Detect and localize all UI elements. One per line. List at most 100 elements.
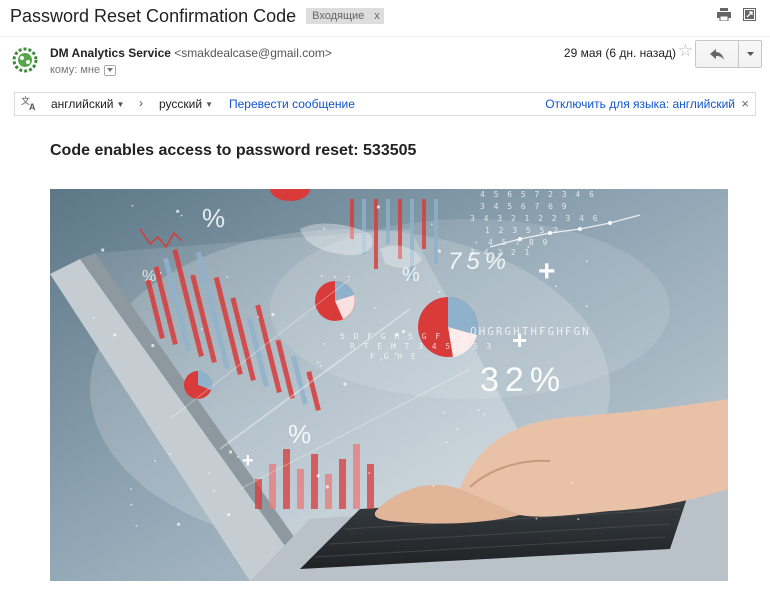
decor-sparkle: [317, 361, 319, 364]
decor-sparkle: [229, 450, 233, 454]
overlay-number-row-2: 3 4 5 6 7 6 9: [480, 202, 569, 211]
decor-sparkle: [373, 307, 376, 309]
overlay-number-row-7: QHGRGHTHFGHFGN: [470, 325, 591, 338]
overlay-number-row-3: 3 4 3 2 1 2 2 3 4 6: [470, 214, 600, 223]
overlay-number-row-8: 5 D F G H 5 G F 6 E: [340, 332, 470, 341]
decor-bar: [386, 199, 390, 244]
decor-sparkle: [333, 276, 336, 278]
decor-bar: [434, 199, 438, 264]
overlay-plus-1: +: [538, 255, 556, 288]
decor-sparkle: [180, 214, 183, 217]
inbox-label-text: Входящие: [312, 10, 365, 22]
decor-sparkle: [271, 312, 275, 317]
email-subject: Password Reset Confirmation Code: [10, 5, 297, 26]
translate-message-link[interactable]: Перевести сообщение: [229, 97, 355, 111]
decor-sparkle: [376, 205, 380, 209]
decor-sparkle: [319, 365, 322, 367]
decor-sparkle: [92, 316, 95, 319]
decor-sparkle: [177, 522, 181, 526]
reply-icon: [710, 48, 724, 60]
decor-sparkle: [577, 518, 580, 520]
decor-sparkle: [432, 485, 435, 487]
decor-sparkle: [586, 260, 588, 263]
source-language-label: английский: [51, 97, 114, 111]
decor-sparkle: [208, 472, 211, 474]
decor-sparkle: [201, 328, 203, 330]
chevron-down-icon: [107, 68, 114, 72]
overlay-thirty-two: 32%: [480, 361, 566, 399]
overlay-number-row-1: 4 5 6 5 7 2 3 4 6: [480, 190, 596, 199]
decor-sparkle: [343, 382, 347, 386]
sender-line: DM Analytics Service <smakdealcase@gmail…: [50, 46, 332, 60]
decor-sparkle: [431, 223, 433, 226]
decor-sparkle: [535, 517, 538, 520]
new-window-icon[interactable]: [743, 8, 756, 21]
print-icon[interactable]: [717, 8, 731, 21]
decor-sparkle: [101, 248, 105, 252]
overlay-percent-1: %: [202, 203, 225, 233]
translate-icon: 文 A: [21, 95, 39, 114]
chevron-down-icon: [746, 52, 754, 56]
decor-sparkle: [348, 275, 351, 278]
recipient-line: кому: мне: [50, 64, 117, 76]
email-headline: Code enables access to password reset: 5…: [50, 142, 417, 159]
decor-bar: [311, 454, 318, 509]
decor-sparkle: [151, 344, 155, 348]
overlay-number-row-4: 1 2 3 5 5 2: [485, 226, 560, 235]
target-language-select[interactable]: русский ▼: [159, 97, 213, 111]
translate-arrow: ›: [139, 96, 143, 110]
disable-translation-link[interactable]: Отключить для языка: английский: [545, 97, 735, 111]
decor-bar: [353, 444, 360, 509]
decor-sparkle: [307, 379, 309, 382]
sender-name[interactable]: DM Analytics Service: [50, 46, 171, 60]
decor-bar: [283, 449, 290, 509]
recipient-text: кому: мне: [50, 64, 101, 76]
decor-sparkle: [477, 409, 480, 412]
decor-sparkle: [475, 241, 478, 244]
decor-sparkle: [323, 227, 326, 230]
overlay-number-row-5: 4 5 7 8 9: [488, 238, 549, 247]
decor-sparkle: [154, 459, 156, 462]
decor-sparkle: [237, 455, 239, 458]
header-divider: [0, 36, 770, 37]
decor-bar: [339, 459, 346, 509]
svg-text:A: A: [29, 102, 36, 111]
overlay-plus-3: +: [242, 450, 254, 472]
more-actions-button[interactable]: [738, 41, 761, 67]
decor-sparkle: [456, 428, 459, 431]
decor-sparkle: [159, 272, 162, 274]
overlay-number-row-9: R T E H T 3 4 5 5 5 3: [350, 342, 493, 351]
decor-sparkle: [437, 249, 441, 253]
inbox-label-chip[interactable]: Входящие x: [306, 8, 384, 24]
decor-sparkle: [438, 290, 441, 293]
star-icon[interactable]: ☆: [678, 42, 693, 59]
laptop-analytics-illustration: % % % % 75% 32% + + + 4 5 6 5 7 2 3 4 6 …: [50, 189, 728, 581]
decor-sparkle: [445, 441, 448, 444]
avatar: [10, 45, 40, 75]
translate-bar: 文 A английский ▼ › русский ▼ Перевести соо…: [14, 92, 756, 116]
decor-sparkle: [226, 276, 229, 278]
decor-sparkle: [368, 472, 371, 474]
decor-sparkle: [316, 474, 320, 478]
decor-sparkle: [483, 413, 486, 416]
overlay-percent-3: %: [402, 264, 420, 286]
decor-bar: [255, 479, 262, 509]
decor-sparkle: [131, 205, 134, 207]
decor-sparkle: [213, 489, 216, 492]
show-details-button[interactable]: [104, 64, 117, 76]
overlay-percent-2: %: [142, 268, 156, 285]
source-language-select[interactable]: английский ▼: [51, 97, 124, 111]
decor-bar: [367, 464, 374, 509]
sender-email: <smakdealcase@gmail.com>: [174, 46, 332, 60]
reply-button[interactable]: [696, 41, 738, 67]
decor-sparkle: [325, 485, 329, 489]
hero-image: % % % % 75% 32% + + + 4 5 6 5 7 2 3 4 6 …: [50, 189, 728, 581]
overlay-percent-4: %: [288, 419, 311, 449]
decor-bar: [374, 199, 378, 269]
remove-label-button[interactable]: x: [374, 8, 380, 24]
email-date: 29 мая (6 дн. назад): [563, 46, 676, 60]
decor-sparkle: [323, 343, 326, 345]
close-translate-bar-button[interactable]: ×: [741, 96, 749, 111]
decor-sparkle: [135, 525, 138, 527]
top-icons: [717, 8, 756, 21]
